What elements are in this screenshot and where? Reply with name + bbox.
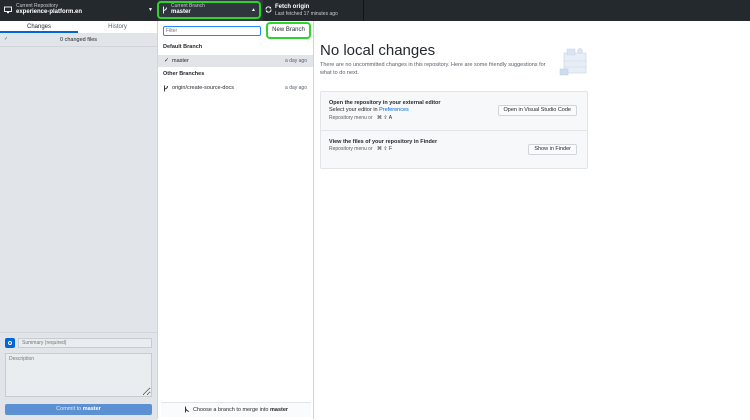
chevron-down-icon: ▼ [148, 7, 153, 13]
commit-area: Commit to master [0, 332, 157, 420]
suggestion-hint-text: Repository menu or [329, 115, 373, 121]
branch-icon [164, 85, 168, 92]
suggestion-hint: Repository menu or ⌘ ⇧ F [329, 146, 392, 152]
suggestion-subtitle-text: Select your editor in [329, 107, 378, 113]
suggestion-hint: Repository menu or ⌘ ⇧ A [329, 115, 392, 121]
merge-into-branch-button[interactable]: Choose a branch to merge into master [161, 403, 311, 417]
sync-icon [265, 6, 272, 13]
fetch-subtitle: Last fetched 17 minutes ago [275, 11, 338, 17]
summary-input[interactable] [18, 338, 152, 348]
sidebar-tabs: Changes History [0, 21, 157, 34]
description-input[interactable] [5, 353, 152, 397]
branch-dropdown: New Branch Default Branch ✓ master a day… [158, 21, 314, 419]
current-branch-highlight [157, 1, 261, 19]
avatar [5, 338, 15, 348]
branch-item-age: a day ago [285, 58, 307, 64]
new-branch-button[interactable]: New Branch [266, 22, 311, 39]
tab-history[interactable]: History [78, 21, 157, 33]
merge-prefix: Choose a branch to merge into [192, 407, 269, 413]
merge-icon [184, 406, 190, 413]
page-title: No local changes [320, 42, 436, 59]
suggestion-subtitle: Select your editor in Preferences [329, 107, 409, 113]
changed-files-header: ✓ 0 changed files [0, 34, 157, 47]
fetch-origin-button[interactable]: Fetch origin Last fetched 17 minutes ago [263, 0, 364, 21]
changes-sidebar: Changes History ✓ 0 changed files Commit… [0, 21, 158, 420]
branch-item-origin-create-source-docs[interactable]: origin/create-source-docs a day ago [158, 82, 313, 94]
suggestion-hint-text: Repository menu or [329, 146, 373, 152]
suggestion-title: View the files of your repository in Fin… [329, 139, 438, 145]
keyboard-shortcut: ⌘ ⇧ F [377, 146, 393, 152]
checkmark-icon: ✓ [164, 58, 170, 64]
default-branch-header: Default Branch [163, 44, 203, 50]
preferences-link[interactable]: Preferences [379, 107, 409, 113]
branch-item-age: a day ago [285, 85, 307, 91]
suggestion-title: Open the repository in your external edi… [329, 100, 441, 106]
repo-name: experience-platform.en [16, 9, 83, 15]
keyboard-shortcut: ⌘ ⇧ A [377, 115, 393, 121]
branch-filter-input[interactable] [163, 26, 261, 36]
page-description: There are no uncommitted changes in this… [320, 62, 546, 76]
toolbar: Current Repository experience-platform.e… [0, 0, 750, 21]
show-in-finder-button[interactable]: Show in Finder [528, 144, 577, 155]
merge-branch: master [270, 407, 289, 413]
other-branches-header: Other Branches [163, 71, 205, 77]
branch-item-name: origin/create-source-docs [172, 85, 235, 91]
main-content: No local changes There are no uncommitte… [314, 21, 750, 419]
no-changes-illustration [559, 48, 587, 76]
merge-footer: Choose a branch to merge into master [161, 402, 311, 417]
suggestion-open-editor: Open the repository in your external edi… [321, 92, 587, 130]
open-in-editor-button[interactable]: Open in Visual Studio Code [497, 105, 577, 116]
commit-button[interactable]: Commit to master [5, 404, 152, 415]
changed-files-count: 0 changed files [60, 37, 97, 43]
branch-item-name: master [172, 58, 189, 64]
computer-icon [4, 6, 12, 14]
suggestion-show-in-finder: View the files of your repository in Fin… [321, 130, 587, 169]
commit-prefix: Commit to [56, 406, 82, 412]
current-repository-button[interactable]: Current Repository experience-platform.e… [0, 0, 159, 21]
commit-branch: master [82, 406, 101, 412]
tab-changes[interactable]: Changes [0, 21, 78, 33]
suggestions-card: Open the repository in your external edi… [320, 91, 588, 169]
fetch-title: Fetch origin [275, 4, 310, 10]
branch-item-master[interactable]: ✓ master a day ago [158, 55, 313, 67]
